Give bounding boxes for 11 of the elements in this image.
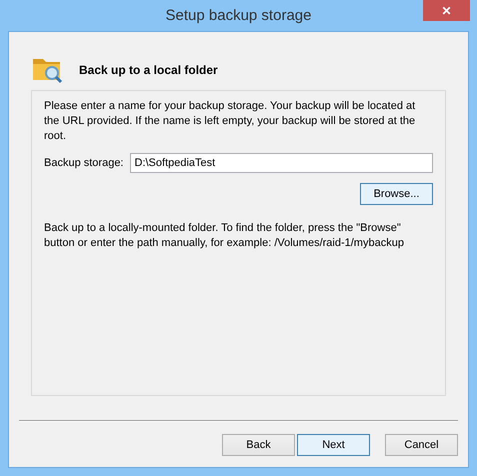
dialog-button[interactable]: Cancel	[385, 434, 458, 456]
backup-storage-field[interactable]: D:\SoftpediaTest	[130, 153, 433, 173]
close-button[interactable]: ✕	[423, 0, 470, 21]
help-text: Back up to a locally-mounted folder. To find the folder, press the "Browse" button or enter the path manually, for example: /Volumes/raid-1/mybackup	[44, 221, 405, 251]
intro-text: Please enter a name for your backup storage. Your backup will be located at the URL provided. If the name is left empty, your backup will be stored at the root.	[44, 99, 416, 144]
window-title: Setup backup storage	[166, 7, 312, 24]
browse-button[interactable]: Browse...	[360, 183, 433, 205]
dialog-button[interactable]: Back	[222, 434, 295, 456]
dialog-button[interactable]: Next	[297, 434, 370, 456]
page-heading: Back up to a local folder	[79, 63, 218, 77]
field-label: Backup storage:	[44, 157, 124, 169]
